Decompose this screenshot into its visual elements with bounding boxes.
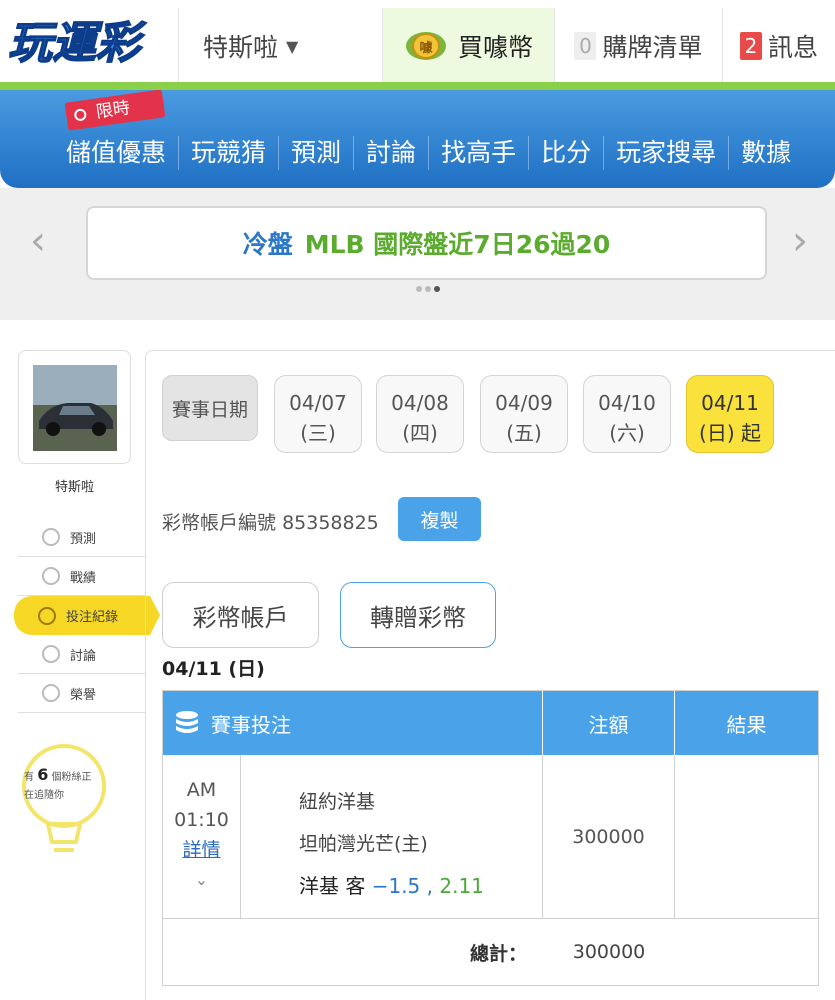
buy-coin-label: 買噱幣 <box>457 33 533 62</box>
account-number: 85358825 <box>282 512 379 534</box>
copy-button[interactable]: 複製 <box>398 497 481 541</box>
date-button[interactable]: 04/10 (六) <box>583 375 671 453</box>
carousel-dots <box>416 286 440 292</box>
nav-item-topup[interactable]: 儲值優惠 <box>0 136 180 170</box>
date-label: 賽事日期 <box>162 375 258 441</box>
bet-result-cell <box>675 755 818 918</box>
green-divider <box>0 82 835 90</box>
sidebar-item-discuss[interactable]: 討論 <box>18 635 145 674</box>
avatar-image <box>33 365 117 451</box>
account-number-line: 彩幣帳戶編號 85358825 <box>162 508 379 535</box>
carousel-dot[interactable] <box>416 286 422 292</box>
carousel-dot[interactable] <box>425 286 431 292</box>
sidebar-item-record[interactable]: 戰績 <box>18 557 145 596</box>
banner-carousel: ‹ 冷盤 MLB 國際盤近7日26過20 › <box>0 188 835 320</box>
messages-button[interactable]: 2 訊息 <box>722 8 835 84</box>
odds: 2.11 <box>439 874 484 898</box>
carousel-dot-active[interactable] <box>434 286 440 292</box>
sidebar-user-name: 特斯啦 <box>54 480 94 495</box>
header-amount: 注額 <box>543 691 675 755</box>
nav-item-player-search[interactable]: 玩家搜尋 <box>604 136 730 170</box>
nav-item-guess[interactable]: 玩競猜 <box>179 136 280 170</box>
tab-transfer-coin[interactable]: 轉贈彩幣 <box>340 582 496 648</box>
database-icon <box>176 711 198 733</box>
table-row: AM 01:10 詳情 ⌄ 紐約洋基 坦帕灣光芒(主) 洋基 客 −1.5 , … <box>163 755 818 919</box>
away-team: 紐約洋基 <box>299 791 376 813</box>
user-name: 特斯啦 <box>203 33 279 62</box>
tab-coin-account[interactable]: 彩幣帳戶 <box>162 582 319 648</box>
account-label: 彩幣帳戶編號 <box>162 512 277 534</box>
sidebar-item-predict[interactable]: 預測 <box>18 518 145 557</box>
nav-item-data[interactable]: 數據 <box>729 136 803 170</box>
target-icon <box>42 528 60 546</box>
date-button-selected[interactable]: 04/11 (日) 起 <box>686 375 774 453</box>
limited-time-tag: 限時 <box>64 90 166 131</box>
chevron-down-icon[interactable]: ⌄ <box>163 865 240 895</box>
sidebar-item-bet-history[interactable]: 投注紀錄 <box>14 596 160 635</box>
banner-slide[interactable]: 冷盤 MLB 國際盤近7日26過20 <box>86 206 767 280</box>
site-logo[interactable]: 玩運彩 <box>4 14 176 74</box>
main-nav: 限時 儲值優惠 玩競猜 預測 討論 找高手 比分 玩家搜尋 數據 <box>0 90 835 188</box>
date-button[interactable]: 04/09 (五) <box>480 375 568 453</box>
header-result: 結果 <box>726 712 767 737</box>
avatar[interactable] <box>18 350 131 464</box>
bet-amount-cell: 300000 <box>543 755 675 918</box>
chart-icon <box>42 567 60 585</box>
banner-text: MLB 國際盤近7日26過20 <box>304 230 611 259</box>
bet-pick: 洋基 客 −1.5 , 2.11 <box>299 874 484 898</box>
chevron-left-icon[interactable]: ‹ <box>30 218 46 264</box>
cart-list-button[interactable]: 0 購牌清單 <box>554 8 722 84</box>
nav-item-discuss[interactable]: 討論 <box>354 136 430 170</box>
message-count-badge: 2 <box>739 32 762 60</box>
circle-icon <box>38 606 56 625</box>
svg-text:玩運彩: 玩運彩 <box>8 18 147 69</box>
banner-tag: 冷盤 <box>242 230 293 259</box>
header-bet: 賽事投注 <box>163 691 543 755</box>
bet-time-cell: AM 01:10 詳情 ⌄ <box>163 755 241 918</box>
follower-count: 6 <box>37 765 49 784</box>
top-bar: 玩運彩 特斯啦 ▼ 噱 買噱幣 0 購牌清單 2 訊息 <box>0 0 835 84</box>
svg-text:噱: 噱 <box>419 40 433 56</box>
table-header: 賽事投注 注額 結果 <box>163 691 818 755</box>
bet-match-cell: 紐約洋基 坦帕灣光芒(主) 洋基 客 −1.5 , 2.11 <box>241 755 543 918</box>
user-menu[interactable]: 特斯啦 ▼ <box>178 8 382 84</box>
total-amount: 300000 <box>572 941 646 963</box>
cart-list-label: 購牌清單 <box>602 33 703 62</box>
detail-link[interactable]: 詳情 <box>163 835 240 865</box>
cart-count-badge: 0 <box>574 32 597 60</box>
buy-coin-button[interactable]: 噱 買噱幣 <box>382 8 554 84</box>
chat-icon <box>42 645 60 663</box>
nav-item-predict[interactable]: 預測 <box>279 136 355 170</box>
nav-item-experts[interactable]: 找高手 <box>429 136 530 170</box>
home-team: 坦帕灣光芒(主) <box>299 833 428 855</box>
chevron-right-icon[interactable]: › <box>792 218 808 264</box>
messages-label: 訊息 <box>767 33 818 62</box>
sidebar-item-honors[interactable]: 榮譽 <box>18 674 145 713</box>
sidebar-menu: 預測 戰績 投注紀錄 討論 榮譽 <box>14 518 160 713</box>
caret-down-icon: ▼ <box>286 36 299 56</box>
nav-item-scores[interactable]: 比分 <box>529 136 605 170</box>
total-label: 總計： <box>469 942 527 965</box>
coin-icon: 噱 <box>405 32 446 60</box>
table-footer: 總計： 300000 <box>163 919 818 985</box>
handicap: −1.5 <box>371 874 421 898</box>
promo-dot-icon <box>73 108 88 122</box>
bet-table: 賽事投注 注額 結果 AM 01:10 詳情 ⌄ 紐約洋基 坦帕灣光芒(主) 洋… <box>162 690 819 986</box>
selected-date-heading: 04/11 (日) <box>162 658 265 680</box>
date-button[interactable]: 04/08 (四) <box>376 375 464 453</box>
medal-icon <box>42 684 60 702</box>
date-button[interactable]: 04/07 (三) <box>274 375 362 453</box>
follower-text: 有 6 個粉絲正 在追隨你 <box>24 765 92 802</box>
